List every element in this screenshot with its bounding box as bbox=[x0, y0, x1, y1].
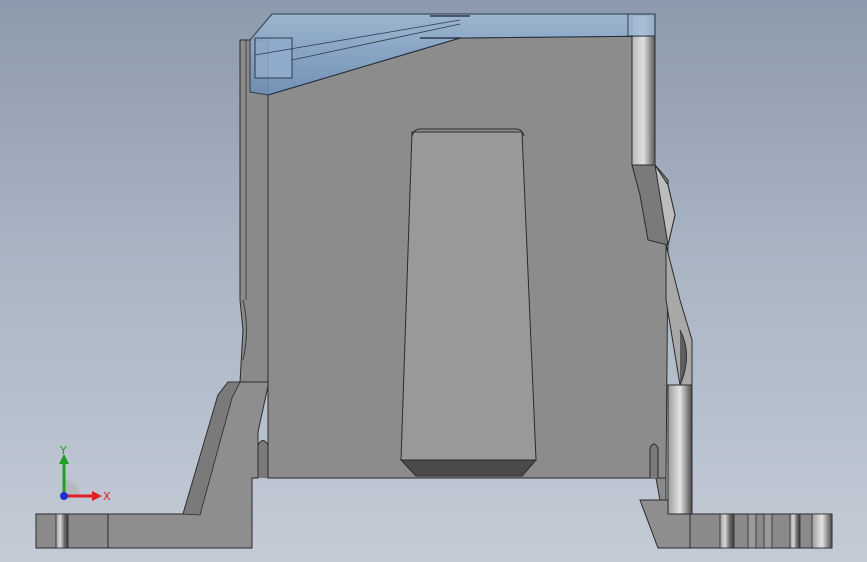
axis-triad[interactable]: Y X bbox=[40, 440, 120, 520]
right-foot[interactable] bbox=[639, 384, 833, 549]
cad-model[interactable] bbox=[0, 0, 867, 562]
y-axis-label: Y bbox=[59, 444, 67, 457]
3d-viewport[interactable]: Y X bbox=[0, 0, 867, 562]
x-axis-arrowhead-icon bbox=[92, 491, 102, 501]
center-recess[interactable] bbox=[399, 128, 538, 477]
x-axis-label: X bbox=[103, 490, 111, 503]
z-axis-dot-icon bbox=[60, 492, 68, 500]
